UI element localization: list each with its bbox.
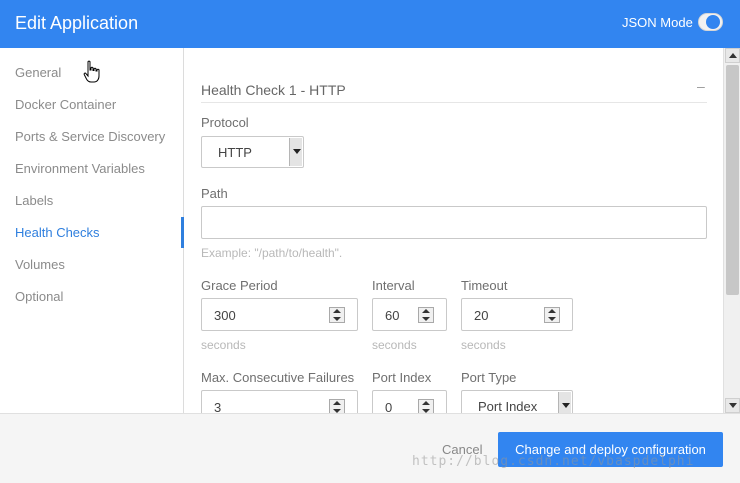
sidebar-nav: General Docker Container Ports & Service… bbox=[0, 48, 184, 413]
sidebar-item-docker-container[interactable]: Docker Container bbox=[15, 97, 116, 112]
timeout-input[interactable]: 20 bbox=[461, 298, 573, 331]
chevron-down-icon bbox=[558, 392, 571, 413]
max-failures-value: 3 bbox=[214, 400, 222, 413]
sidebar-item-environment-variables[interactable]: Environment Variables bbox=[15, 161, 145, 176]
path-hint: Example: "/path/to/health". bbox=[201, 246, 343, 260]
stepper-icon[interactable] bbox=[329, 307, 345, 323]
json-mode-label: JSON Mode bbox=[622, 15, 693, 30]
stepper-icon[interactable] bbox=[418, 399, 434, 413]
protocol-label: Protocol bbox=[201, 115, 249, 130]
scrollbar-thumb[interactable] bbox=[726, 65, 739, 295]
max-failures-label: Max. Consecutive Failures bbox=[201, 370, 355, 385]
modal-title: Edit Application bbox=[15, 13, 139, 33]
interval-label: Interval bbox=[372, 278, 415, 293]
protocol-select[interactable]: HTTP bbox=[201, 136, 304, 168]
grace-period-value: 300 bbox=[214, 308, 236, 323]
collapse-icon[interactable]: – bbox=[697, 78, 705, 94]
section-title: Health Check 1 - HTTP bbox=[201, 82, 346, 98]
sidebar-item-labels[interactable]: Labels bbox=[15, 193, 53, 208]
port-type-label: Port Type bbox=[461, 370, 517, 385]
grace-period-input[interactable]: 300 bbox=[201, 298, 358, 331]
interval-value: 60 bbox=[385, 308, 400, 323]
watermark: http://blog.csdn.net/vbaspdelphi bbox=[412, 454, 695, 469]
sidebar-item-volumes[interactable]: Volumes bbox=[15, 257, 65, 272]
sidebar-item-general[interactable]: General bbox=[15, 65, 61, 80]
json-mode-toggle[interactable] bbox=[698, 13, 723, 31]
grace-period-label: Grace Period bbox=[201, 278, 278, 293]
port-type-select[interactable]: Port Index bbox=[461, 390, 573, 413]
max-failures-input[interactable]: 3 bbox=[201, 390, 358, 413]
active-nav-indicator bbox=[181, 217, 184, 248]
content-scrollbar[interactable] bbox=[723, 48, 740, 413]
modal-header: Edit Application JSON Mode bbox=[0, 0, 740, 48]
stepper-icon[interactable] bbox=[418, 307, 434, 323]
port-index-input[interactable]: 0 bbox=[372, 390, 447, 413]
protocol-value: HTTP bbox=[218, 145, 252, 160]
hand-cursor-icon bbox=[83, 60, 100, 83]
stepper-icon[interactable] bbox=[544, 307, 560, 323]
modal-footer: Cancel Change and deploy configuration bbox=[0, 413, 740, 483]
interval-input[interactable]: 60 bbox=[372, 298, 447, 331]
scroll-down-arrow-icon[interactable] bbox=[725, 398, 740, 413]
sidebar-item-optional[interactable]: Optional bbox=[15, 289, 63, 304]
path-label: Path bbox=[201, 186, 228, 201]
grace-period-unit: seconds bbox=[201, 338, 246, 352]
sidebar-item-ports-service-discovery[interactable]: Ports & Service Discovery bbox=[15, 129, 165, 144]
port-index-label: Port Index bbox=[372, 370, 432, 385]
path-input[interactable] bbox=[201, 206, 707, 239]
timeout-unit: seconds bbox=[461, 338, 506, 352]
port-type-value: Port Index bbox=[478, 399, 538, 413]
section-divider bbox=[201, 102, 707, 103]
interval-unit: seconds bbox=[372, 338, 417, 352]
timeout-label: Timeout bbox=[461, 278, 508, 293]
stepper-icon[interactable] bbox=[329, 399, 345, 413]
sidebar-item-health-checks[interactable]: Health Checks bbox=[15, 225, 100, 240]
health-check-panel: Health Check 1 - HTTP – Protocol HTTP Pa… bbox=[185, 48, 723, 413]
port-index-value: 0 bbox=[385, 400, 393, 413]
scroll-up-arrow-icon[interactable] bbox=[725, 48, 740, 63]
timeout-value: 20 bbox=[474, 308, 489, 323]
chevron-down-icon bbox=[289, 138, 302, 166]
toggle-knob bbox=[706, 15, 720, 29]
